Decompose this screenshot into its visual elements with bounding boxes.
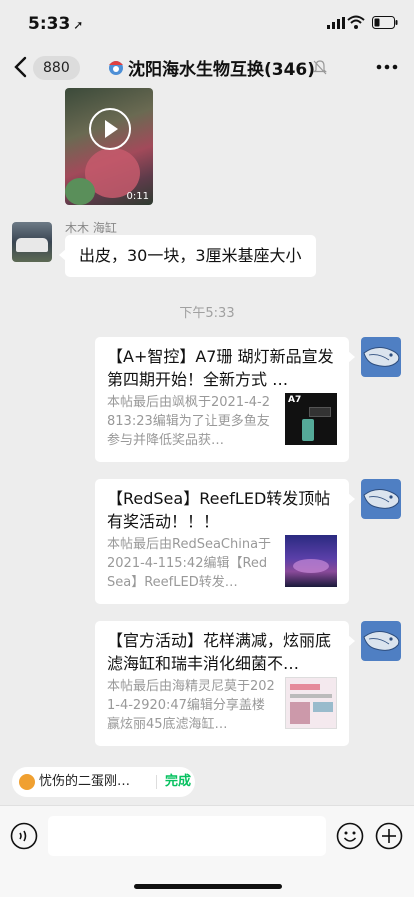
card-thumbnail [285, 677, 337, 729]
thumbnail-block [290, 694, 332, 698]
card-description: 本帖最后由飒枫于2021-4-2813:23编辑为了让更多鱼友参与并降低奖品获… [107, 395, 271, 448]
card-description: 本帖最后由RedSeaChina于2021-4-115:42编辑【RedSea】… [107, 537, 272, 590]
thumbnail-label: A7 [288, 395, 302, 405]
quote-chip[interactable]: 忧伤的二蛋刚… 完成 [12, 767, 195, 797]
home-indicator[interactable] [134, 884, 282, 889]
video-duration: 0:11 [126, 191, 149, 202]
more-options-icon[interactable] [376, 64, 398, 70]
thumbnail-lamp-shape [309, 407, 331, 417]
plus-icon[interactable] [375, 822, 403, 850]
card-title: 【官方活动】花样满减，炫丽底滤海缸和瑞丰消化细菌不… [107, 631, 332, 673]
signal-icon [327, 17, 345, 29]
thumbnail-block [313, 702, 333, 712]
location-arrow-icon: ➚ [73, 18, 84, 32]
battery-icon [372, 16, 398, 29]
card-title: 【A+智控】A7珊 瑚灯新品宣发 第四期开始！全新方式 … [107, 347, 334, 389]
avatar-car-shape [16, 238, 48, 252]
sender-name: 木木 海缸 [65, 221, 117, 235]
thumbnail-glow-shape [293, 559, 329, 573]
video-message[interactable]: 0:11 [65, 88, 153, 205]
group-avatar-icon [109, 61, 123, 75]
voice-icon[interactable] [10, 822, 38, 850]
status-time: 5:33 ➚ [28, 14, 84, 34]
fish-avatar-icon [363, 631, 400, 651]
thumbnail-phone-shape [302, 419, 314, 441]
play-icon[interactable] [89, 108, 131, 150]
video-frame-plant [65, 178, 95, 205]
message-timestamp: 下午5:33 [179, 306, 235, 321]
divider [156, 775, 157, 789]
chat-title[interactable]: 沈阳海水生物互换(346) [128, 55, 315, 80]
smiley-icon [19, 774, 35, 790]
text-message-bubble[interactable]: 出皮，30一块，3厘米基座大小 [59, 235, 316, 277]
link-card[interactable]: 【RedSea】ReefLED转发顶帖有奖活动！！！ 本帖最后由RedSeaCh… [95, 479, 355, 604]
sender-avatar[interactable] [12, 222, 52, 262]
card-thumbnail: A7 [285, 393, 337, 445]
fish-avatar-icon [363, 489, 400, 509]
back-arrow-icon[interactable] [10, 54, 32, 80]
self-avatar[interactable] [361, 479, 401, 519]
card-thumbnail [285, 535, 337, 587]
message-input[interactable] [48, 816, 326, 856]
thumbnail-block [290, 684, 320, 690]
card-description: 本帖最后由海精灵尼莫于2021-4-2920:47编辑分享盖楼赢炫丽45底滤海缸… [107, 679, 275, 732]
fish-avatar-icon [363, 347, 400, 367]
thumbnail-block [290, 702, 310, 724]
mute-bell-icon [313, 60, 327, 75]
self-avatar[interactable] [361, 621, 401, 661]
quote-text: 忧伤的二蛋刚… [39, 774, 131, 789]
done-button[interactable]: 完成 [165, 767, 191, 797]
unread-count-badge[interactable]: 880 [33, 56, 80, 80]
link-card[interactable]: 【A+智控】A7珊 瑚灯新品宣发 第四期开始！全新方式 … 本帖最后由飒枫于20… [95, 337, 355, 462]
chat-header: 880 沈阳海水生物互换(346) [0, 46, 414, 88]
self-avatar[interactable] [361, 337, 401, 377]
card-title: 【RedSea】ReefLED转发顶帖有奖活动！！！ [107, 489, 331, 531]
link-card[interactable]: 【官方活动】花样满减，炫丽底滤海缸和瑞丰消化细菌不… 本帖最后由海精灵尼莫于20… [95, 621, 355, 746]
emoji-icon[interactable] [336, 822, 364, 850]
status-bar: 5:33 ➚ [0, 0, 414, 46]
wifi-icon [347, 15, 365, 29]
